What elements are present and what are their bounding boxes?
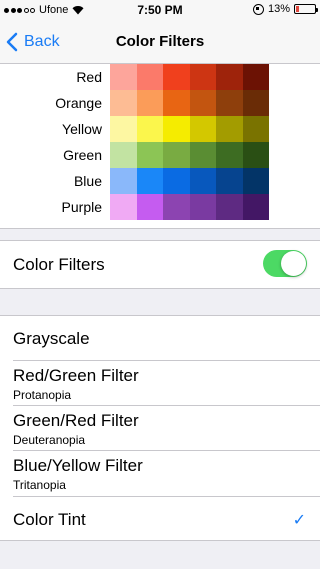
navigation-bar: Back Color Filters — [0, 20, 320, 64]
filter-subtitle: Tritanopia — [13, 478, 66, 492]
swatch-row-orange: Orange — [0, 90, 320, 116]
swatch-cell — [242, 116, 269, 142]
swatch-label: Red — [76, 69, 102, 85]
swatch-cell — [216, 116, 243, 142]
swatch-row-green: Green — [0, 142, 320, 168]
status-right: 13% — [252, 3, 318, 15]
color-filters-toggle-row: Color Filters — [0, 240, 320, 289]
filter-option-grayscale[interactable]: Grayscale — [0, 316, 320, 361]
swatch-cells — [110, 168, 269, 194]
checkmark-icon: ✓ — [292, 512, 306, 529]
swatch-label: Orange — [55, 95, 102, 111]
swatch-cell — [242, 168, 269, 194]
swatch-cell — [189, 168, 216, 194]
color-swatch-preview: Red Orange Yellow Green Blue Purple — [0, 64, 320, 229]
swatch-cell — [110, 90, 137, 116]
swatch-cell — [110, 194, 137, 220]
swatch-cell — [242, 90, 269, 116]
swatch-cell — [136, 142, 163, 168]
swatch-cell — [163, 64, 190, 90]
swatch-cells — [110, 194, 269, 220]
swatch-cell — [110, 168, 137, 194]
swatch-cell — [189, 116, 216, 142]
swatch-cell — [242, 142, 269, 168]
color-filters-switch[interactable] — [263, 250, 307, 277]
swatch-row-yellow: Yellow — [0, 116, 320, 142]
swatch-cell — [136, 116, 163, 142]
swatch-cell — [216, 168, 243, 194]
swatch-cells — [110, 116, 269, 142]
color-filters-label: Color Filters — [13, 255, 105, 274]
swatch-cell — [189, 90, 216, 116]
swatch-cell — [189, 142, 216, 168]
filter-title: Grayscale — [13, 329, 90, 348]
swatch-cell — [163, 116, 190, 142]
swatch-row-red: Red — [0, 64, 320, 90]
swatch-cell — [136, 64, 163, 90]
filter-option-red-green[interactable]: Red/Green Filter Protanopia — [0, 361, 320, 406]
switch-knob — [281, 251, 306, 276]
filter-title: Color Tint — [13, 510, 86, 529]
swatch-cell — [216, 142, 243, 168]
filter-option-blue-yellow[interactable]: Blue/Yellow Filter Tritanopia — [0, 451, 320, 497]
swatch-cell — [163, 168, 190, 194]
swatch-label: Green — [63, 147, 102, 163]
filter-title: Blue/Yellow Filter — [13, 456, 143, 475]
swatch-cell — [110, 116, 137, 142]
battery-percent: 13% — [267, 3, 290, 15]
rotation-lock-icon — [252, 3, 264, 15]
swatch-cells — [110, 90, 269, 116]
page-title: Color Filters — [115, 33, 205, 50]
swatch-cell — [216, 64, 243, 90]
swatch-cell — [216, 90, 243, 116]
status-bar: Ufone 7:50 PM 13% — [0, 0, 320, 20]
swatch-cell — [163, 90, 190, 116]
filter-subtitle: Deuteranopia — [13, 433, 86, 447]
swatch-label: Blue — [73, 173, 102, 189]
swatch-cell — [242, 64, 269, 90]
swatch-row-blue: Blue — [0, 168, 320, 194]
filter-title: Green/Red Filter — [13, 411, 139, 430]
swatch-cells — [110, 64, 269, 90]
filter-title: Red/Green Filter — [13, 366, 139, 385]
swatch-cell — [136, 168, 163, 194]
filter-subtitle: Protanopia — [13, 388, 72, 402]
swatch-cell — [216, 194, 243, 220]
filter-option-green-red[interactable]: Green/Red Filter Deuteranopia — [0, 406, 320, 451]
swatch-label: Yellow — [62, 121, 102, 137]
swatch-cell — [163, 142, 190, 168]
battery-icon — [294, 4, 318, 14]
swatch-cell — [110, 142, 137, 168]
filter-option-color-tint[interactable]: Color Tint ✓ — [0, 497, 320, 541]
swatch-cell — [189, 194, 216, 220]
swatch-cell — [110, 64, 137, 90]
filter-options-list: Grayscale Red/Green Filter Protanopia Gr… — [0, 315, 320, 541]
swatch-cells — [110, 142, 269, 168]
swatch-cell — [136, 90, 163, 116]
swatch-cell — [163, 194, 190, 220]
swatch-cell — [136, 194, 163, 220]
swatch-cell — [189, 64, 216, 90]
swatch-label: Purple — [61, 199, 102, 215]
swatch-cell — [242, 194, 269, 220]
swatch-row-purple: Purple — [0, 194, 320, 220]
